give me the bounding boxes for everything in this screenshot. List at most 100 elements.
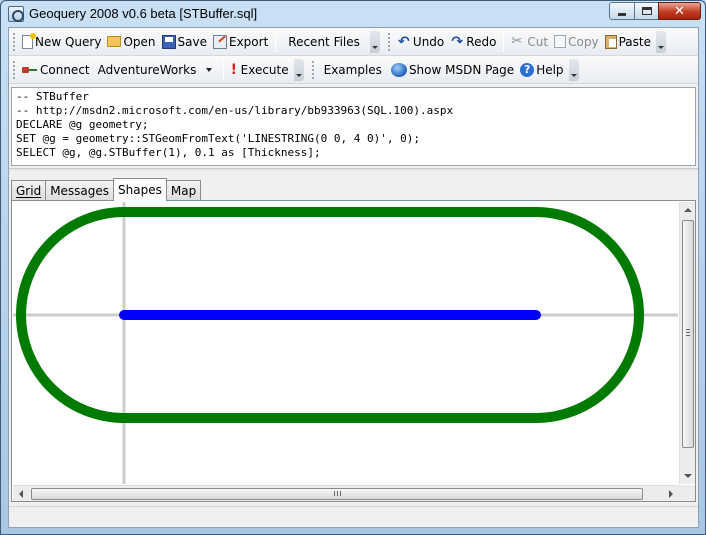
redo-label: Redo — [466, 34, 497, 49]
scroll-right-button[interactable] — [663, 486, 679, 502]
connect-button[interactable]: Connect — [19, 59, 93, 81]
client-area: New Query Open Save Export Recent Files … — [8, 27, 699, 528]
cut-label: Cut — [527, 34, 549, 49]
arrow-down-icon — [684, 474, 692, 478]
pane-splitter[interactable] — [9, 168, 698, 171]
vertical-scroll-thumb[interactable] — [682, 220, 694, 448]
scissors-icon: ✂ — [511, 33, 523, 49]
editor-line: -- STBuffer — [16, 90, 89, 103]
redo-button[interactable]: ↷ Redo — [447, 31, 499, 53]
help-label: Help — [536, 62, 564, 77]
shapes-canvas[interactable] — [13, 202, 678, 484]
plug-icon — [22, 63, 38, 77]
toolbar-grip[interactable] — [311, 60, 315, 79]
folder-open-icon — [107, 36, 122, 47]
toolbar-separator — [503, 31, 505, 52]
editor-line: DECLARE @g geometry; — [16, 118, 149, 131]
toolbar-grip[interactable] — [13, 32, 16, 51]
arrow-left-icon — [19, 490, 23, 498]
copy-label: Copy — [568, 34, 599, 49]
execute-button[interactable]: ! Execute — [228, 59, 292, 81]
examples-button[interactable]: Examples — [318, 59, 388, 81]
toolbar-overflow-button[interactable] — [369, 30, 380, 53]
arrow-right-icon — [669, 490, 673, 498]
arrow-up-icon — [684, 208, 692, 212]
scroll-left-button[interactable] — [13, 486, 29, 502]
open-button[interactable]: Open — [104, 31, 158, 53]
shapes-drawing — [13, 202, 678, 484]
execute-label: Execute — [240, 62, 289, 77]
undo-button[interactable]: ↶ Undo — [394, 31, 447, 53]
tab-grid[interactable]: Grid — [11, 180, 47, 200]
tab-grid-label: Grid — [16, 183, 42, 198]
clipboard-icon — [604, 34, 617, 49]
scroll-up-button[interactable] — [680, 202, 696, 218]
paste-button[interactable]: Paste — [602, 31, 654, 53]
new-query-label: New Query — [35, 34, 102, 49]
help-button[interactable]: ? Help — [517, 59, 566, 81]
horizontal-scroll-thumb[interactable] — [31, 488, 643, 500]
maximize-button[interactable] — [634, 2, 659, 20]
save-button[interactable]: Save — [159, 31, 210, 53]
tab-shapes-label: Shapes — [118, 183, 162, 197]
copy-button[interactable]: Copy — [551, 31, 601, 53]
undo-arrow-icon: ↶ — [398, 33, 410, 50]
shapes-panel — [11, 200, 696, 502]
recent-files-button[interactable]: Recent Files — [280, 31, 368, 53]
show-msdn-label: Show MSDN Page — [408, 62, 515, 77]
results-tabs: Grid Messages Shapes Map — [11, 178, 202, 201]
window-title: Geoquery 2008 v0.6 beta [STBuffer.sql] — [29, 6, 258, 21]
tab-map[interactable]: Map — [165, 180, 202, 200]
paste-label: Paste — [618, 34, 651, 49]
close-icon: ✕ — [674, 3, 685, 19]
redo-arrow-icon: ↷ — [451, 33, 464, 50]
toolbar-grip[interactable] — [387, 32, 391, 51]
new-document-icon — [22, 32, 36, 49]
main-toolbar: New Query Open Save Export Recent Files … — [9, 28, 698, 56]
query-toolbar: Connect AdventureWorks ! Execute Example… — [9, 56, 698, 84]
floppy-disk-icon — [161, 34, 176, 49]
maximize-icon — [641, 7, 652, 15]
show-msdn-page-button[interactable]: Show MSDN Page — [388, 59, 517, 81]
app-icon[interactable] — [8, 6, 24, 22]
tab-shapes[interactable]: Shapes — [113, 178, 167, 201]
tab-messages[interactable]: Messages — [45, 180, 115, 200]
minimize-button[interactable] — [609, 2, 635, 20]
chevron-down-icon — [205, 67, 212, 72]
minimize-icon — [618, 12, 626, 16]
toolbar-grip[interactable] — [13, 60, 16, 79]
cut-button[interactable]: ✂ Cut — [508, 31, 551, 53]
toolbar-separator — [275, 31, 277, 52]
globe-icon — [390, 62, 407, 77]
title-bar: Geoquery 2008 v0.6 beta [STBuffer.sql] ✕ — [1, 1, 705, 27]
scroll-down-button[interactable] — [680, 468, 696, 484]
thumb-grip-icon — [334, 491, 341, 496]
toolbar-separator — [222, 59, 224, 80]
toolbar-overflow-button[interactable] — [293, 58, 304, 81]
toolbar-overflow-button[interactable] — [655, 30, 666, 53]
editor-line: -- http://msdn2.microsoft.com/en-us/libr… — [16, 104, 454, 117]
vertical-scrollbar[interactable] — [679, 202, 695, 484]
question-icon: ? — [520, 62, 535, 77]
thumb-grip-icon — [686, 329, 690, 336]
close-button[interactable]: ✕ — [658, 2, 701, 20]
sql-editor[interactable]: -- STBuffer -- http://msdn2.microsoft.com… — [11, 87, 696, 166]
editor-line: SELECT @g, @g.STBuffer(1), 0.1 as [Thick… — [16, 146, 321, 159]
open-label: Open — [123, 34, 156, 49]
editor-line: SET @g = geometry::STGeomFromText('LINES… — [16, 132, 420, 145]
app-window: Geoquery 2008 v0.6 beta [STBuffer.sql] ✕… — [0, 0, 706, 535]
export-label: Export — [229, 34, 269, 49]
export-button[interactable]: Export — [210, 31, 271, 53]
new-query-button[interactable]: New Query — [19, 31, 104, 53]
toolbar-overflow-button[interactable] — [568, 58, 579, 81]
copy-icon — [554, 35, 567, 48]
tab-map-label: Map — [170, 183, 197, 198]
recent-files-label: Recent Files — [288, 34, 360, 49]
scrollbar-corner — [679, 485, 695, 501]
horizontal-scrollbar[interactable] — [13, 485, 679, 501]
save-label: Save — [177, 34, 207, 49]
connect-label: Connect — [40, 62, 90, 77]
database-select[interactable]: AdventureWorks — [95, 60, 219, 80]
database-select-value: AdventureWorks — [97, 62, 197, 77]
exclamation-icon: ! — [230, 61, 238, 78]
